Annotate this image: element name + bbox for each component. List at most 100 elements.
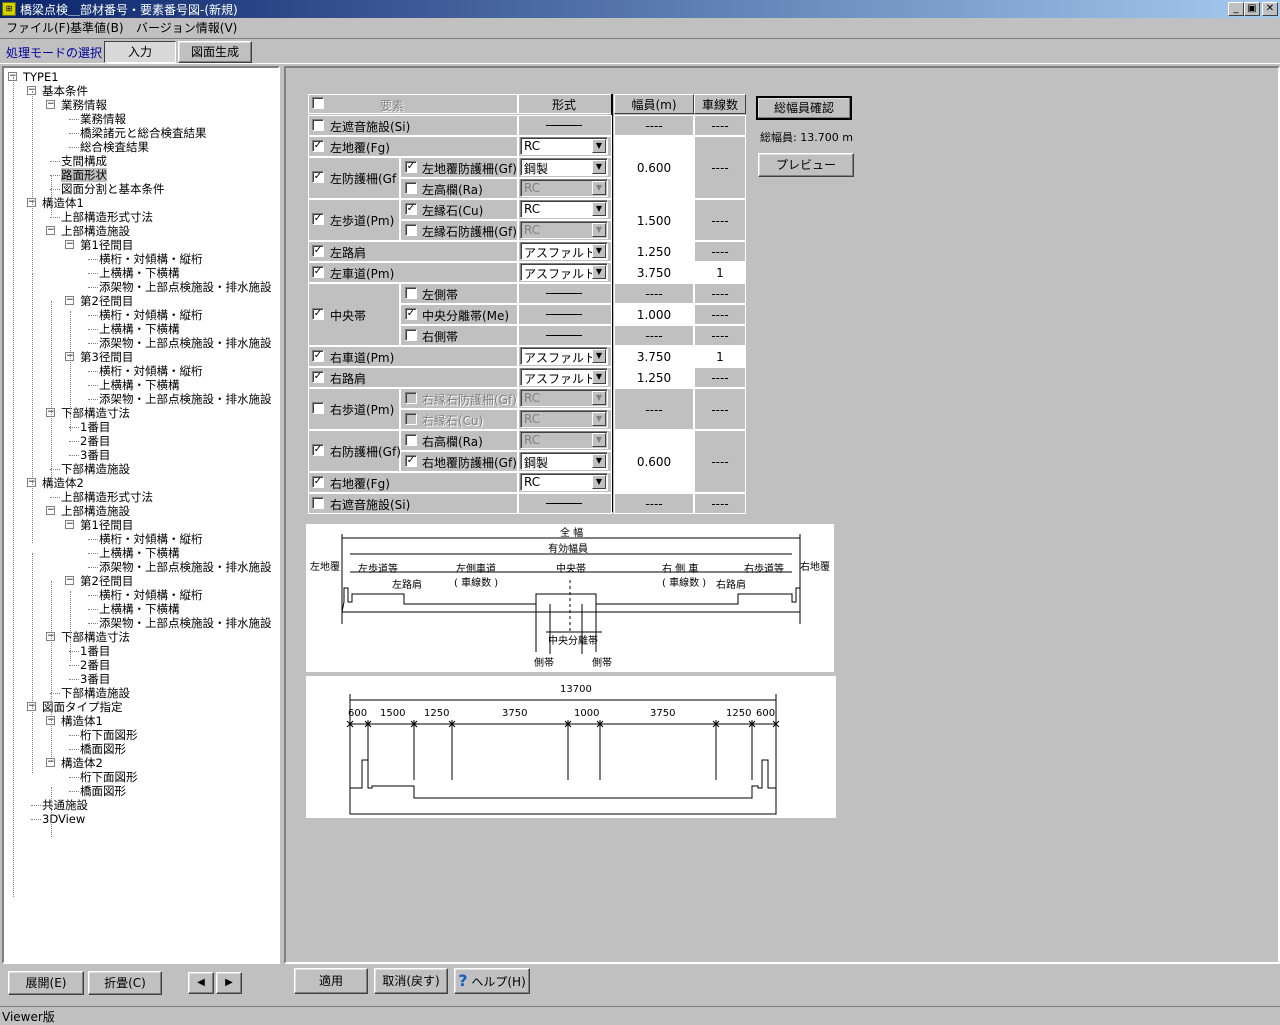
chevron-down-icon[interactable]: ▼ <box>592 412 606 426</box>
tree-node[interactable]: 3番目 <box>80 672 110 686</box>
tree-node[interactable]: 上部構造施設 <box>61 504 130 518</box>
type-dropdown[interactable]: アスファルト ▼ <box>520 242 608 260</box>
tree-node[interactable]: 構造体1 <box>42 196 84 210</box>
tree-node[interactable]: 橋面図形 <box>80 784 126 798</box>
preview-button[interactable]: プレビュー <box>758 153 854 177</box>
type-dropdown[interactable]: RC ▼ <box>520 137 608 155</box>
help-button[interactable]: ? ヘルプ(H) <box>454 968 530 994</box>
checkbox[interactable] <box>312 97 324 109</box>
checkbox[interactable]: ✓ <box>312 266 324 278</box>
checkbox[interactable]: ✓ <box>312 350 324 362</box>
tree-node[interactable]: 基本条件 <box>42 84 88 98</box>
checkbox[interactable]: ✓ <box>312 171 324 183</box>
cancel-button[interactable]: 取消(戻す) <box>374 968 448 994</box>
type-dropdown[interactable]: アスファルト ▼ <box>520 368 608 386</box>
menu-file[interactable]: ファイル(F) <box>6 19 70 36</box>
type-dropdown[interactable]: 鋼製 ▼ <box>520 158 608 176</box>
prev-arrow-icon[interactable]: ◀ <box>188 972 214 994</box>
checkbox[interactable]: ✓ <box>312 371 324 383</box>
tree-node[interactable]: 2番目 <box>80 434 110 448</box>
tree-node[interactable]: 構造体1 <box>61 714 103 728</box>
tree-node[interactable]: 横桁・対傾構・縦桁 <box>99 532 203 546</box>
menu-base[interactable]: 基準値(B) <box>70 19 124 36</box>
maximize-button[interactable]: ▣ <box>1244 2 1260 16</box>
tree-node[interactable]: 上部構造施設 <box>61 224 130 238</box>
tree-node[interactable]: 下部構造施設 <box>61 462 130 476</box>
tree-expander-icon[interactable]: − <box>46 100 55 109</box>
tree-node[interactable]: 横桁・対傾構・縦桁 <box>99 588 203 602</box>
tree-node[interactable]: 上部構造形式寸法 <box>61 490 153 504</box>
checkbox[interactable]: ✓ <box>312 476 324 488</box>
tree-node[interactable]: 図面分割と基本条件 <box>61 182 165 196</box>
chevron-down-icon[interactable]: ▼ <box>592 433 606 447</box>
chevron-down-icon[interactable]: ▼ <box>592 265 606 279</box>
tree-node[interactable]: 上横構・下横構 <box>99 266 180 280</box>
tree-node[interactable]: 下部構造施設 <box>61 686 130 700</box>
tree-node[interactable]: 下部構造寸法 <box>61 630 130 644</box>
tree-node[interactable]: 第1径間目 <box>80 518 133 532</box>
type-dropdown[interactable]: RC ▼ <box>520 200 608 218</box>
checkbox[interactable] <box>312 497 324 509</box>
value-cell[interactable]: 1 <box>694 262 746 283</box>
tree-expander-icon[interactable]: − <box>46 226 55 235</box>
tree-node[interactable]: 路面形状 <box>61 168 107 182</box>
tree-expander-icon[interactable]: − <box>65 240 74 249</box>
checkbox[interactable]: ✓ <box>405 308 417 320</box>
checkbox[interactable]: ✓ <box>312 140 324 152</box>
value-cell[interactable]: 0.600 <box>614 430 694 493</box>
checkbox[interactable] <box>405 224 417 236</box>
expand-button[interactable]: 展開(E) <box>8 971 84 995</box>
tree-node[interactable]: 3DView <box>42 812 85 826</box>
chevron-down-icon[interactable]: ▼ <box>592 475 606 489</box>
tree-node[interactable]: 添架物・上部点検施設・排水施設 <box>99 336 272 350</box>
tree-expander-icon[interactable]: − <box>46 506 55 515</box>
value-cell[interactable]: 1.500 <box>614 199 694 241</box>
tree-node[interactable]: 上横構・下横構 <box>99 546 180 560</box>
tree-node[interactable]: 構造体2 <box>61 756 103 770</box>
tree-expander-icon[interactable]: − <box>65 576 74 585</box>
chevron-down-icon[interactable]: ▼ <box>592 181 606 195</box>
checkbox[interactable]: ✓ <box>312 444 324 456</box>
type-dropdown[interactable]: 鋼製 ▼ <box>520 452 608 470</box>
generate-mode-button[interactable]: 図面生成 <box>178 41 252 63</box>
collapse-button[interactable]: 折畳(C) <box>88 971 162 995</box>
chevron-down-icon[interactable]: ▼ <box>592 391 606 405</box>
chevron-down-icon[interactable]: ▼ <box>592 370 606 384</box>
tree-node[interactable]: 総合検査結果 <box>80 140 149 154</box>
chevron-down-icon[interactable]: ▼ <box>592 223 606 237</box>
value-cell[interactable]: 1.250 <box>614 367 694 388</box>
checkbox[interactable]: ✓ <box>312 245 324 257</box>
value-cell[interactable]: 3.750 <box>614 346 694 367</box>
tree-node[interactable]: 業務情報 <box>61 98 107 112</box>
value-cell[interactable]: 1 <box>694 346 746 367</box>
tree-node[interactable]: 横桁・対傾構・縦桁 <box>99 364 203 378</box>
tree-node[interactable]: 第2径間目 <box>80 294 133 308</box>
tree-node[interactable]: 第1径間目 <box>80 238 133 252</box>
value-cell[interactable]: 1.250 <box>614 241 694 262</box>
tree-node[interactable]: 添架物・上部点検施設・排水施設 <box>99 560 272 574</box>
chevron-down-icon[interactable]: ▼ <box>592 244 606 258</box>
tree-node[interactable]: 添架物・上部点検施設・排水施設 <box>99 616 272 630</box>
tree-node[interactable]: 橋面図形 <box>80 742 126 756</box>
checkbox[interactable] <box>312 402 324 414</box>
type-dropdown[interactable]: アスファルト ▼ <box>520 347 608 365</box>
tree-node[interactable]: 構造体2 <box>42 476 84 490</box>
tree-node[interactable]: 下部構造寸法 <box>61 406 130 420</box>
tree-view[interactable]: − TYPE1− 基本条件 − 業務情報 業務情報 橋梁諸元と総合検査結果 総合検査結果 支間構… <box>2 66 280 964</box>
tree-node[interactable]: 3番目 <box>80 448 110 462</box>
chevron-down-icon[interactable]: ▼ <box>592 454 606 468</box>
input-mode-button[interactable]: 入力 <box>104 41 176 63</box>
tree-node[interactable]: 横桁・対傾構・縦桁 <box>99 252 203 266</box>
checkbox[interactable]: ✓ <box>312 308 324 320</box>
tree-node[interactable]: 添架物・上部点検施設・排水施設 <box>99 280 272 294</box>
tree-node[interactable]: 共通施設 <box>42 798 88 812</box>
menu-version[interactable]: バージョン情報(V) <box>136 19 237 36</box>
value-cell[interactable]: 3.750 <box>614 262 694 283</box>
checkbox[interactable] <box>405 434 417 446</box>
tree-node[interactable]: 横桁・対傾構・縦桁 <box>99 308 203 322</box>
tree-node[interactable]: 1番目 <box>80 420 110 434</box>
tree-node[interactable]: 橋梁諸元と総合検査結果 <box>80 126 207 140</box>
tree-node[interactable]: 上部構造形式寸法 <box>61 210 153 224</box>
close-button[interactable]: ✕ <box>1262 2 1278 16</box>
tree-node[interactable]: 第3径間目 <box>80 350 133 364</box>
